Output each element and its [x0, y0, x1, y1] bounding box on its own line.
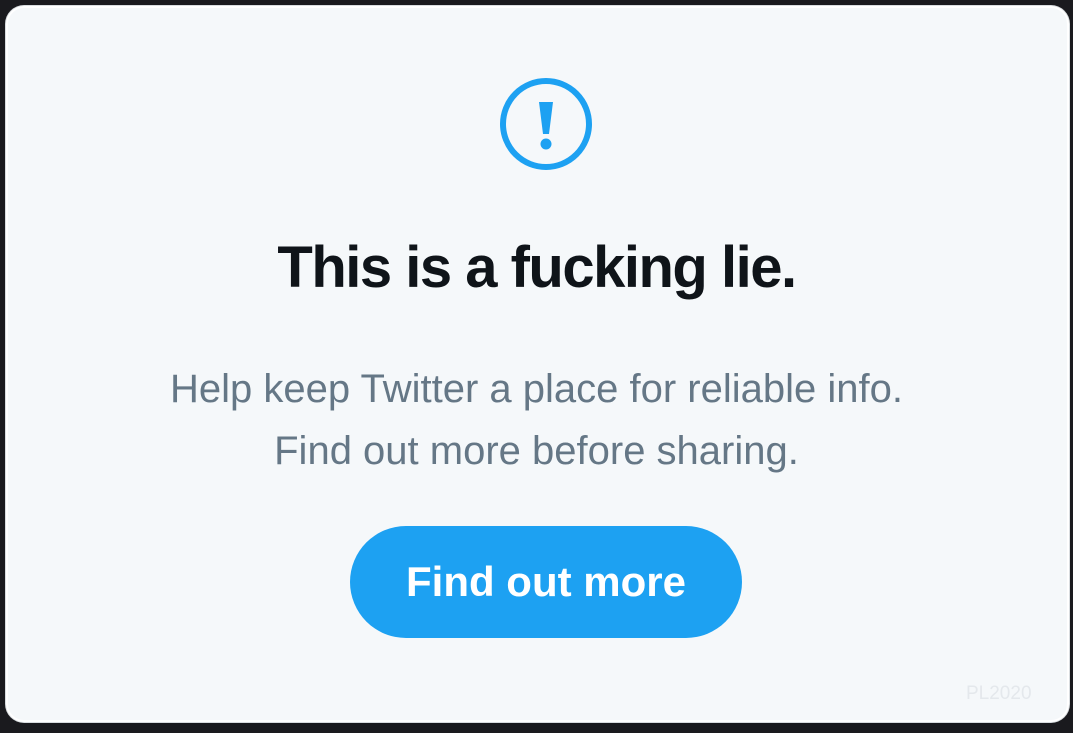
warning-body: Help keep Twitter a place for reliable i…	[0, 358, 1073, 482]
alert-circle-icon	[500, 78, 592, 170]
find-out-more-button[interactable]: Find out more	[350, 526, 742, 638]
warning-body-line-1: Help keep Twitter a place for reliable i…	[170, 367, 903, 411]
warning-body-line-2: Find out more before sharing.	[274, 429, 799, 473]
watermark: PL2020	[966, 683, 1032, 704]
warning-headline: This is a fucking lie.	[277, 235, 797, 300]
